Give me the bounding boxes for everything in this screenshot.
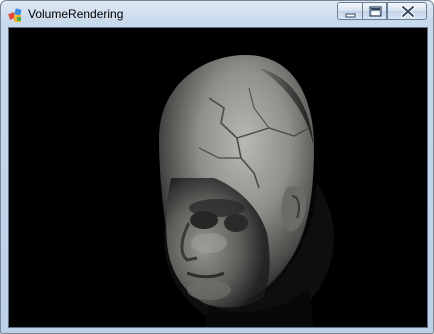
minimize-icon [345, 13, 356, 18]
app-icon[interactable] [8, 7, 24, 23]
application-window: VolumeRendering [0, 0, 434, 334]
title-bar[interactable]: VolumeRendering [1, 1, 433, 27]
volume-rendering-head-image [9, 28, 427, 327]
minimize-button[interactable] [337, 2, 363, 20]
maximize-button[interactable] [362, 2, 387, 20]
maximize-icon [369, 6, 382, 17]
window-title: VolumeRendering [28, 7, 124, 21]
render-viewport[interactable] [8, 27, 428, 328]
close-icon [401, 5, 415, 18]
close-button[interactable] [387, 2, 427, 20]
